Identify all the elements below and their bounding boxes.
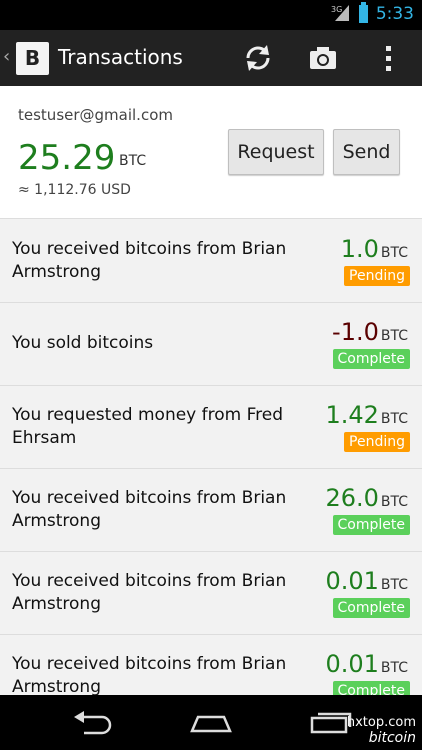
amount-value: 0.01 [325,650,379,678]
balance-usd: ≈ 1,112.76 USD [18,182,131,198]
transaction-description: You sold bitcoins [12,333,154,353]
transaction-row[interactable]: You received bitcoins from Brian Armstro… [0,634,422,695]
battery-icon [359,2,368,23]
watermark-brand: bitcoin [368,730,416,746]
action-bar: ‹ B Transactions [0,30,422,86]
amount-value: 1.0 [340,235,379,263]
watermark: hxtop.com bitcoin [347,715,416,746]
transaction-amount: 26.0 BTC [325,484,408,512]
transaction-row[interactable]: You received bitcoins from Brian Armstro… [0,219,422,303]
account-email: testuser@gmail.com [18,106,173,124]
navigation-bar: hxtop.com bitcoin [0,695,422,750]
amount-unit: BTC [380,245,408,261]
transaction-amount: 0.01 BTC [325,650,408,678]
transaction-list[interactable]: You received bitcoins from Brian Armstro… [0,219,422,695]
transaction-description: You requested money from Fred Ehrsam [12,405,284,448]
status-badge: Pending [344,266,410,286]
signal-icon [335,5,349,21]
status-badge: Pending [344,432,410,452]
transaction-description: You received bitcoins from Brian Armstro… [12,571,287,614]
transaction-row[interactable]: You sold bitcoins -1.0 BTC Complete [0,302,422,386]
transaction-row[interactable]: You received bitcoins from Brian Armstro… [0,468,422,552]
status-badge: Complete [332,598,410,618]
page-title: Transactions [58,45,183,69]
transaction-amount: 1.42 BTC [325,401,408,429]
amount-unit: BTC [380,494,408,510]
refresh-icon[interactable] [242,42,274,74]
amount-value: 26.0 [325,484,379,512]
transaction-row[interactable]: You received bitcoins from Brian Armstro… [0,551,422,635]
clock: 5:33 [375,4,414,24]
transaction-description: You received bitcoins from Brian Armstro… [12,488,287,531]
amount-value: -1.0 [332,318,379,346]
transaction-description: You received bitcoins from Brian Armstro… [12,239,287,282]
amount-value: 1.42 [325,401,379,429]
status-badge: Complete [332,349,410,369]
overflow-menu-icon[interactable] [373,42,405,74]
status-badge: Complete [332,515,410,535]
watermark-site: hxtop.com [346,715,416,730]
camera-icon[interactable] [307,42,339,74]
transaction-amount: 0.01 BTC [325,567,408,595]
transaction-description: You received bitcoins from Brian Armstro… [12,654,287,695]
transaction-amount: 1.0 BTC [341,235,408,263]
up-caret-icon[interactable]: ‹ [3,46,10,67]
home-icon[interactable] [188,711,234,739]
status-badge: Complete [332,681,410,695]
balance-unit: BTC [119,153,147,169]
status-bar: 3G 5:33 [0,0,422,30]
back-icon[interactable] [70,711,116,739]
send-button[interactable]: Send [333,129,400,175]
app-logo[interactable]: B [16,42,49,75]
amount-unit: BTC [380,411,408,427]
transaction-row[interactable]: You requested money from Fred Ehrsam 1.42… [0,385,422,469]
request-button[interactable]: Request [228,129,324,175]
amount-unit: BTC [380,328,408,344]
amount-unit: BTC [380,660,408,676]
balance-amount: 25.29 [18,138,116,178]
transaction-amount: -1.0 BTC [332,318,408,346]
amount-value: 0.01 [325,567,379,595]
amount-unit: BTC [380,577,408,593]
account-summary: testuser@gmail.com 25.29 BTC ≈ 1,112.76 … [0,86,422,219]
